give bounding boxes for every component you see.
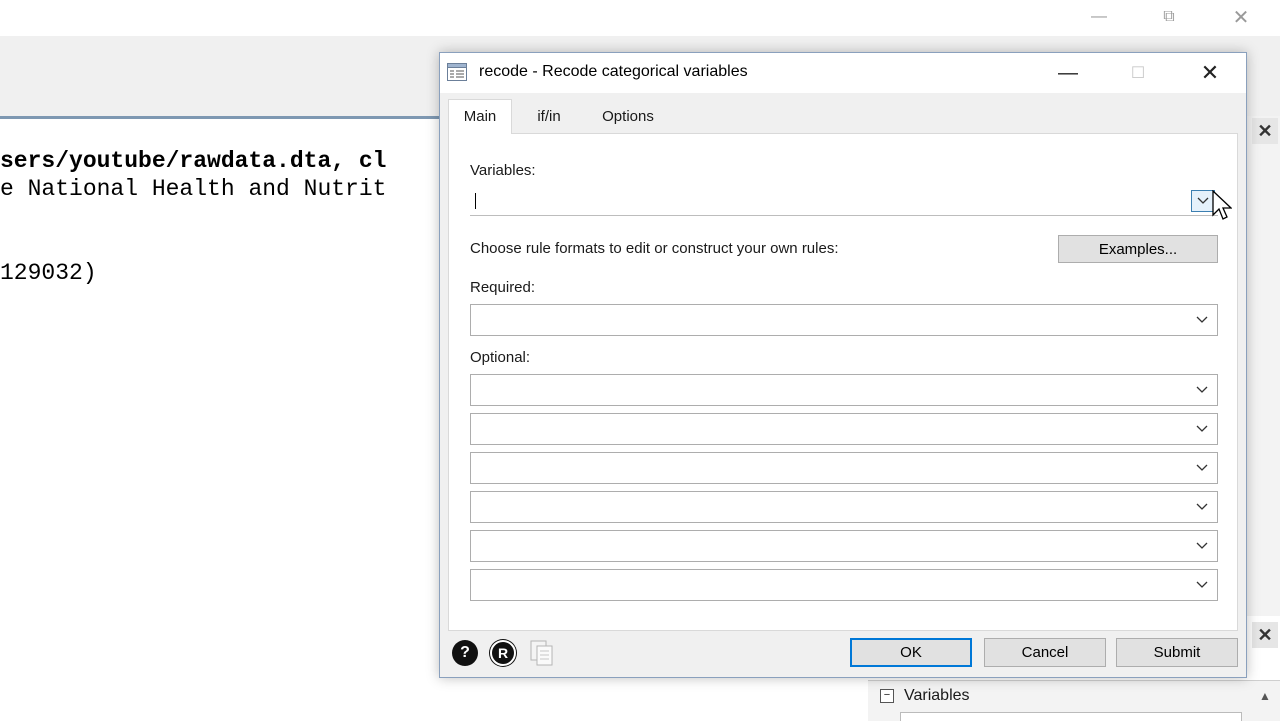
results-line: sers/youtube/rawdata.dta, cl	[0, 148, 387, 174]
optional-rule-combobox-5[interactable]	[470, 530, 1218, 562]
variables-panel-header[interactable]: − Variables	[880, 684, 1254, 708]
collapse-icon[interactable]: −	[880, 689, 894, 703]
panel-close-icon[interactable]: ✕	[1252, 622, 1278, 648]
recode-dialog: recode - Recode categorical variables — …	[439, 52, 1247, 678]
dialog-minimize-icon[interactable]: —	[1045, 53, 1091, 93]
reset-icon[interactable]: R	[490, 640, 516, 666]
rules-instruction: Choose rule formats to edit or construct…	[470, 240, 839, 257]
optional-rule-combobox-6[interactable]	[470, 569, 1218, 601]
minimize-icon[interactable]: —	[1076, 0, 1122, 34]
optional-rule-combobox-2[interactable]	[470, 413, 1218, 445]
chevron-down-icon[interactable]	[1193, 381, 1211, 399]
scroll-up-icon[interactable]: ▲	[1254, 684, 1276, 708]
chevron-down-icon[interactable]	[1193, 576, 1211, 594]
dialog-tabs: Main if/in Options	[448, 99, 1238, 134]
required-label: Required:	[470, 279, 536, 296]
panel-close-icon[interactable]: ✕	[1252, 118, 1278, 144]
tab-if-in[interactable]: if/in	[518, 103, 580, 131]
dialog-close-icon[interactable]: ✕	[1187, 53, 1233, 93]
results-line: e National Health and Nutrit	[0, 176, 387, 202]
main-tab-panel: Variables: Choose rule formats to edit o…	[448, 133, 1238, 631]
variables-panel-title: Variables	[904, 687, 970, 704]
cancel-button[interactable]: Cancel	[984, 638, 1106, 667]
ok-button[interactable]: OK	[850, 638, 972, 667]
chevron-down-icon[interactable]	[1193, 311, 1211, 329]
optional-rule-combobox-4[interactable]	[470, 491, 1218, 523]
dialog-titlebar[interactable]: recode - Recode categorical variables — …	[440, 53, 1246, 93]
chevron-down-icon[interactable]	[1193, 498, 1211, 516]
submit-button[interactable]: Submit	[1116, 638, 1238, 667]
copy-command-icon[interactable]	[530, 640, 554, 666]
help-icon[interactable]: ?	[452, 640, 478, 666]
close-icon[interactable]: ✕	[1218, 0, 1264, 34]
dialog-title: recode - Recode categorical variables	[479, 63, 748, 80]
variables-combobox[interactable]	[470, 186, 1218, 216]
optional-label: Optional:	[470, 349, 531, 366]
text-cursor	[475, 193, 476, 209]
dialog-maximize-icon: ☐	[1130, 65, 1146, 82]
tab-main[interactable]: Main	[448, 99, 512, 134]
main-window-titlebar: — ⧉ ✕	[0, 0, 1280, 36]
chevron-down-icon[interactable]	[1193, 459, 1211, 477]
command-history-panel	[1246, 116, 1280, 616]
optional-rule-combobox-3[interactable]	[470, 452, 1218, 484]
dialog-app-icon	[447, 63, 467, 81]
variables-label: Variables:	[470, 162, 536, 179]
optional-rule-combobox-1[interactable]	[470, 374, 1218, 406]
results-line: 129032)	[0, 260, 97, 286]
chevron-down-icon[interactable]	[1193, 420, 1211, 438]
restore-icon[interactable]: ⧉	[1146, 0, 1192, 34]
chevron-down-icon[interactable]	[1193, 537, 1211, 555]
required-rule-combobox[interactable]	[470, 304, 1218, 336]
examples-button[interactable]: Examples...	[1058, 235, 1218, 263]
tab-options[interactable]: Options	[590, 103, 666, 131]
mouse-pointer-icon	[1212, 190, 1232, 220]
